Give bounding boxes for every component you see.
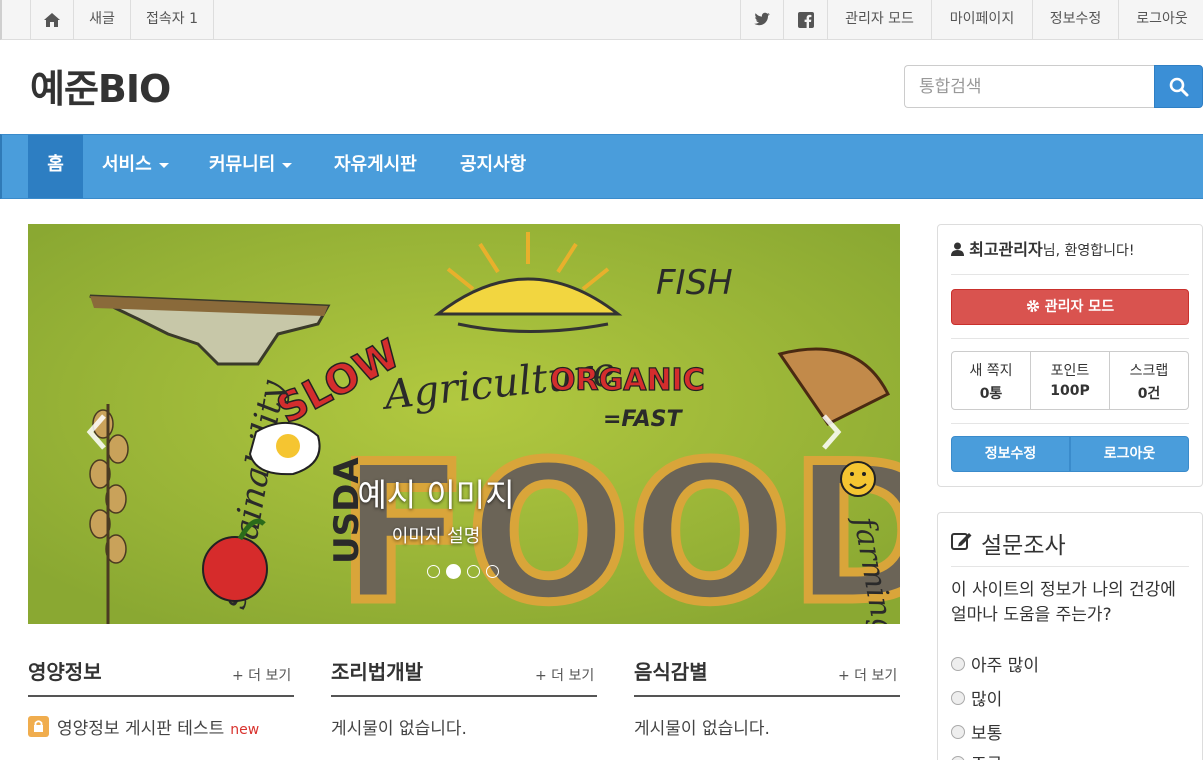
poll-option[interactable]: 조금: [951, 750, 1002, 760]
board-title-food-check[interactable]: 음식감별: [634, 656, 708, 685]
gear-icon: [1026, 299, 1040, 313]
search-input[interactable]: [904, 65, 1154, 108]
search-icon: [1169, 77, 1189, 97]
carousel-indicator[interactable]: [486, 565, 499, 578]
board-divider: [28, 695, 294, 697]
nav-home-label: 홈: [47, 154, 64, 175]
stat-point[interactable]: 포인트 100P: [1030, 351, 1110, 410]
board-more-food-check[interactable]: + 더 보기: [838, 665, 897, 685]
board-more-recipe[interactable]: + 더 보기: [535, 665, 594, 685]
caret-down-icon: [158, 162, 169, 168]
nav-free-board[interactable]: 자유게시판: [334, 135, 417, 198]
carousel-slide-image: FISH SLOW Agriculture ORGANIC =FAST FOOD…: [28, 224, 900, 624]
stat-label: 포인트: [1050, 363, 1090, 379]
radio-button[interactable]: [951, 691, 965, 705]
radio-button[interactable]: [951, 756, 965, 760]
chevron-left-icon: [86, 414, 106, 450]
poll-question: 이 사이트의 정보가 나의 건강에 얼마나 도움을 주는가?: [951, 580, 1176, 625]
post-title: 영양정보 게시판 테스트: [57, 719, 225, 739]
main-nav: 홈 서비스 커뮤니티 자유게시판 공지사항: [0, 134, 1203, 199]
poll-option-label: 아주 많이: [971, 656, 1039, 676]
welcome-message: 최고관리자님, 환영합니다!: [951, 236, 1135, 260]
twitter-link[interactable]: [740, 0, 784, 39]
edit-icon: [951, 533, 972, 550]
site-logo[interactable]: 예준BIO: [30, 58, 171, 113]
nav-free-board-label: 자유게시판: [334, 154, 417, 175]
board-empty-recipe: 게시물이 없습니다.: [331, 719, 467, 739]
divider: [951, 423, 1189, 424]
stat-label: 새 쪽지: [969, 363, 1013, 379]
logout-link[interactable]: 로그아웃: [1119, 0, 1203, 39]
divider: [951, 566, 1189, 567]
carousel-indicator[interactable]: [467, 565, 480, 578]
nav-services[interactable]: 서비스: [102, 135, 169, 198]
nav-community-label: 커뮤니티: [209, 154, 276, 175]
logout-button[interactable]: 로그아웃: [1070, 436, 1189, 472]
carousel-word: FISH: [656, 263, 733, 303]
nav-services-label: 서비스: [102, 154, 152, 175]
home-link[interactable]: [30, 0, 74, 39]
board-empty-food-check: 게시물이 없습니다.: [634, 719, 770, 739]
admin-mode-button[interactable]: 관리자 모드: [951, 289, 1189, 325]
top-bar: 새글 접속자 1 관리자 모드 마이페이지 정보수정 로그아웃: [0, 0, 1203, 40]
radio-button[interactable]: [951, 657, 965, 671]
divider: [951, 338, 1189, 339]
board-divider: [331, 695, 597, 697]
carousel-next-button[interactable]: [818, 412, 844, 462]
admin-mode-label: 관리자 모드: [1044, 299, 1115, 315]
radio-button[interactable]: [951, 725, 965, 739]
facebook-link[interactable]: [784, 0, 828, 39]
new-badge: new: [230, 722, 260, 738]
board-title-recipe[interactable]: 조리법개발: [331, 656, 423, 685]
carousel-indicator-active[interactable]: [446, 564, 461, 579]
nav-notice[interactable]: 공지사항: [460, 135, 526, 198]
stat-value: 0통: [979, 386, 1003, 402]
edit-profile-button[interactable]: 정보수정: [951, 436, 1070, 472]
nav-home[interactable]: 홈: [28, 135, 83, 198]
facebook-icon: [797, 12, 814, 28]
edit-profile-link[interactable]: 정보수정: [1033, 0, 1119, 39]
poll-option[interactable]: 보통: [951, 719, 1002, 744]
carousel-caption-desc: 이미지 설명: [391, 526, 481, 547]
carousel-prev-button[interactable]: [84, 412, 110, 462]
chevron-right-icon: [822, 414, 842, 450]
new-posts-link[interactable]: 새글: [74, 0, 131, 39]
poll-title: 설문조사: [981, 533, 1066, 559]
stat-label: 스크랩: [1129, 363, 1169, 379]
board-title-nutrition[interactable]: 영양정보: [28, 656, 102, 685]
stat-value: 0건: [1137, 386, 1161, 402]
admin-mode-link[interactable]: 관리자 모드: [828, 0, 932, 39]
nav-community[interactable]: 커뮤니티: [209, 135, 293, 198]
carousel-word: ORGANIC: [550, 363, 705, 398]
twitter-icon: [754, 12, 770, 26]
search-button[interactable]: [1154, 65, 1203, 108]
nav-notice-label: 공지사항: [460, 154, 527, 175]
image-carousel[interactable]: FISH SLOW Agriculture ORGANIC =FAST FOOD…: [28, 224, 900, 624]
stat-value: 100P: [1050, 383, 1090, 399]
carousel-indicator[interactable]: [427, 565, 440, 578]
poll-option-label: 조금: [971, 755, 1002, 760]
mypage-link[interactable]: 마이페이지: [932, 0, 1033, 39]
visitors-link[interactable]: 접속자 1: [131, 0, 214, 39]
poll-option-label: 많이: [971, 690, 1003, 710]
board-more-nutrition[interactable]: + 더 보기: [232, 665, 291, 685]
welcome-suffix: 님, 환영합니다!: [1042, 243, 1135, 259]
divider: [951, 274, 1189, 275]
board-divider: [634, 695, 900, 697]
home-icon: [44, 13, 60, 27]
stat-scrap[interactable]: 스크랩 0건: [1109, 351, 1189, 410]
poll-option[interactable]: 아주 많이: [951, 651, 1039, 676]
user-name: 최고관리자: [969, 240, 1043, 259]
board-post-nutrition[interactable]: 영양정보 게시판 테스트 new: [57, 714, 259, 739]
lock-icon: [28, 716, 49, 737]
poll-option-label: 보통: [971, 724, 1003, 744]
user-icon: [951, 242, 964, 256]
caret-down-icon: [282, 162, 293, 168]
poll-option[interactable]: 많이: [951, 685, 1002, 710]
stat-memo[interactable]: 새 쪽지 0통: [951, 351, 1031, 410]
carousel-caption-title: 예시 이미지: [357, 476, 515, 514]
